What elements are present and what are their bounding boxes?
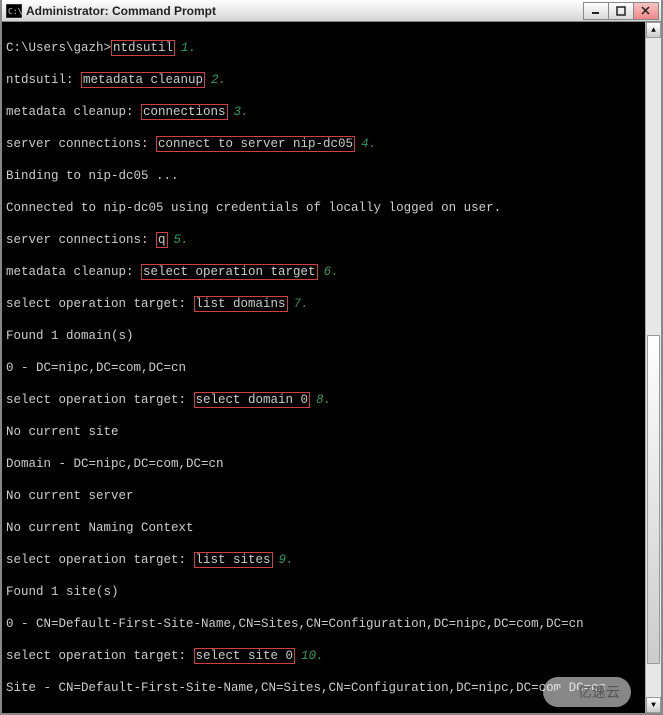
scroll-thumb[interactable]	[647, 335, 660, 665]
annotation-7: 7.	[294, 297, 309, 311]
annotation-2: 2.	[211, 73, 226, 87]
window-title: Administrator: Command Prompt	[26, 4, 584, 18]
scroll-up-button[interactable]: ▲	[646, 22, 661, 38]
prompt: select operation target:	[6, 393, 194, 407]
vertical-scrollbar[interactable]: ▲ ▼	[645, 22, 661, 713]
close-button[interactable]	[633, 2, 659, 20]
maximize-button[interactable]	[608, 2, 634, 20]
output-line: 0 - DC=nipc,DC=com,DC=cn	[6, 360, 657, 376]
annotation-5: 5.	[174, 233, 189, 247]
command-list-domains: list domains	[194, 296, 288, 312]
annotation-6: 6.	[324, 265, 339, 279]
scroll-track[interactable]	[646, 38, 661, 697]
prompt: metadata cleanup:	[6, 105, 141, 119]
prompt: server connections:	[6, 137, 156, 151]
prompt: select operation target:	[6, 297, 194, 311]
watermark-badge: 亿速云	[543, 677, 631, 707]
annotation-4: 4.	[361, 137, 376, 151]
annotation-10: 10.	[301, 649, 324, 663]
output-line: Domain - DC=nipc,DC=com,DC=cn	[6, 456, 657, 472]
prompt: select operation target:	[6, 553, 194, 567]
output-line: No current server	[6, 488, 657, 504]
command-metadata-cleanup: metadata cleanup	[81, 72, 205, 88]
command-connections: connections	[141, 104, 228, 120]
command-connect-server: connect to server nip-dc05	[156, 136, 355, 152]
watermark-text: 亿速云	[578, 682, 620, 702]
svg-text:C:\: C:\	[8, 7, 22, 16]
output-line: Binding to nip-dc05 ...	[6, 168, 657, 184]
output-line: No current site	[6, 424, 657, 440]
annotation-3: 3.	[234, 105, 249, 119]
prompt: C:\Users\gazh>	[6, 41, 111, 55]
prompt: metadata cleanup:	[6, 265, 141, 279]
output-line: No current Naming Context	[6, 520, 657, 536]
window-titlebar[interactable]: C:\ Administrator: Command Prompt	[2, 0, 661, 22]
annotation-9: 9.	[279, 553, 294, 567]
annotation-1: 1.	[181, 41, 196, 55]
cmd-icon: C:\	[6, 4, 22, 18]
prompt: server connections:	[6, 233, 156, 247]
command-ntdsutil: ntdsutil	[111, 40, 175, 56]
output-line: 0 - CN=Default-First-Site-Name,CN=Sites,…	[6, 616, 657, 632]
output-line	[6, 712, 657, 713]
command-q: q	[156, 232, 168, 248]
command-list-sites: list sites	[194, 552, 273, 568]
minimize-button[interactable]	[583, 2, 609, 20]
prompt: ntdsutil:	[6, 73, 81, 87]
window-buttons	[584, 2, 659, 20]
command-select-site-0: select site 0	[194, 648, 296, 664]
output-line: Found 1 domain(s)	[6, 328, 657, 344]
command-prompt-window: C:\ Administrator: Command Prompt C:\Use…	[0, 0, 663, 715]
prompt: select operation target:	[6, 649, 194, 663]
scroll-down-button[interactable]: ▼	[646, 697, 661, 713]
output-line: Found 1 site(s)	[6, 584, 657, 600]
terminal-output[interactable]: C:\Users\gazh>ntdsutil 1. ntdsutil: metad…	[2, 22, 661, 713]
cloud-icon	[554, 683, 572, 701]
annotation-8: 8.	[316, 393, 331, 407]
command-select-domain-0: select domain 0	[194, 392, 311, 408]
output-line: Connected to nip-dc05 using credentials …	[6, 200, 657, 216]
command-select-operation-target: select operation target	[141, 264, 318, 280]
